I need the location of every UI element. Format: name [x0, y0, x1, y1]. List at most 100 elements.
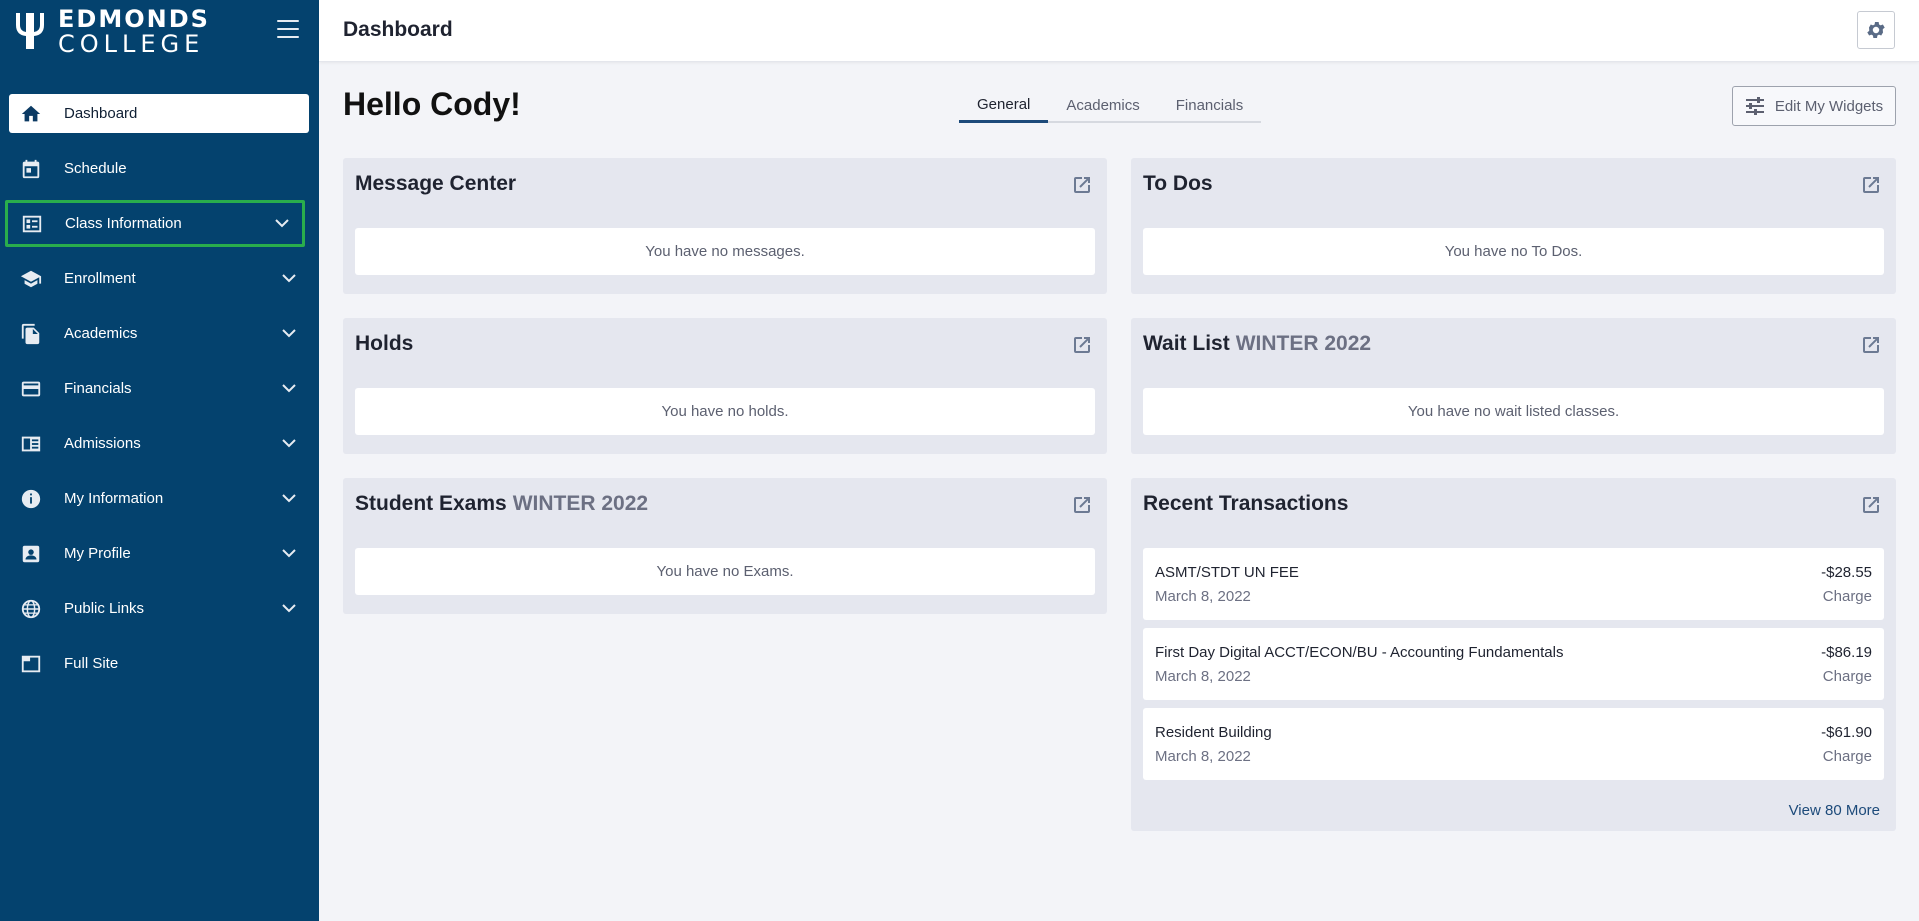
transaction-type: Charge — [1822, 668, 1872, 685]
sidebar-item-label: Enrollment — [64, 270, 136, 287]
transaction-type: Charge — [1822, 588, 1872, 605]
transaction-row[interactable]: ASMT/STDT UN FEE March 8, 2022 -$28.55 C… — [1143, 548, 1884, 620]
profile-icon — [20, 543, 42, 565]
open-external-icon[interactable] — [1862, 336, 1880, 354]
sidebar-item-academics[interactable]: Academics — [0, 306, 319, 361]
message-center-widget: Message Center You have no messages. — [343, 158, 1107, 294]
open-external-icon[interactable] — [1073, 336, 1091, 354]
edit-widgets-button[interactable]: Edit My Widgets — [1732, 86, 1896, 126]
open-external-icon[interactable] — [1862, 496, 1880, 514]
brand-name-line2: COLLEGE — [58, 29, 205, 58]
top-bar: Dashboard — [319, 0, 1919, 62]
globe-icon — [20, 598, 42, 620]
sidebar-item-admissions[interactable]: Admissions — [0, 416, 319, 471]
tab-academics[interactable]: Academics — [1048, 88, 1157, 123]
sidebar-item-enrollment[interactable]: Enrollment — [0, 251, 319, 306]
page-title: Dashboard — [343, 18, 453, 41]
widget-title: Wait List WINTER 2022 — [1143, 332, 1371, 356]
sidebar-item-label: Dashboard — [64, 105, 138, 122]
widget-title: Holds — [355, 332, 414, 355]
brand: EDMONDS COLLEGE — [0, 0, 319, 62]
sidebar-item-label: Public Links — [64, 600, 145, 617]
transaction-row[interactable]: Resident Building March 8, 2022 -$61.90 … — [1143, 708, 1884, 780]
chevron-down-icon[interactable] — [279, 599, 299, 619]
transaction-amount: -$86.19 — [1821, 644, 1872, 661]
brand-name-line1: EDMONDS — [58, 4, 210, 33]
sidebar-item-label: My Information — [64, 490, 164, 507]
widget-title: Message Center — [355, 172, 517, 195]
chevron-down-icon[interactable] — [279, 434, 299, 454]
sidebar-item-financials[interactable]: Financials — [0, 361, 319, 416]
sidebar-item-my-profile[interactable]: My Profile — [0, 526, 319, 581]
greeting: Hello Cody! — [343, 86, 521, 122]
tab-financials[interactable]: Financials — [1158, 88, 1262, 123]
edit-widgets-label: Edit My Widgets — [1774, 97, 1884, 115]
widget-title: Recent Transactions — [1143, 492, 1349, 515]
sidebar-item-public-links[interactable]: Public Links — [0, 581, 319, 636]
widget-title-text: Student Exams — [355, 492, 507, 515]
open-external-icon[interactable] — [1073, 176, 1091, 194]
transaction-description: First Day Digital ACCT/ECON/BU - Account… — [1155, 644, 1564, 661]
transaction-description: Resident Building — [1155, 724, 1272, 741]
calendar-icon — [20, 158, 42, 180]
sidebar: EDMONDS COLLEGE Dashboard Schedule Class… — [0, 0, 319, 921]
chevron-down-icon[interactable] — [279, 489, 299, 509]
sidebar-item-label: My Profile — [64, 545, 131, 562]
view-more-link[interactable]: View 80 More — [1789, 802, 1880, 819]
chevron-down-icon[interactable] — [279, 269, 299, 289]
sidebar-nav: Dashboard Schedule Class Information Enr… — [0, 62, 319, 691]
term-label: WINTER 2022 — [1235, 332, 1372, 355]
sidebar-item-schedule[interactable]: Schedule — [0, 141, 319, 196]
sliders-icon — [1745, 97, 1764, 115]
sidebar-item-label: Financials — [64, 380, 132, 397]
chevron-down-icon[interactable] — [279, 379, 299, 399]
holds-widget: Holds You have no holds. — [343, 318, 1107, 454]
home-icon — [20, 103, 42, 125]
chevron-down-icon[interactable] — [272, 214, 292, 234]
transaction-date: March 8, 2022 — [1155, 588, 1251, 605]
trident-icon — [16, 13, 44, 49]
sidebar-item-label: Academics — [64, 325, 138, 342]
widget-title-text: Wait List — [1143, 332, 1230, 355]
empty-message: You have no holds. — [355, 388, 1095, 435]
sidebar-item-label: Full Site — [64, 655, 119, 672]
tab-general[interactable]: General — [959, 88, 1049, 123]
settings-button[interactable] — [1857, 11, 1895, 49]
sidebar-item-class-information[interactable]: Class Information — [0, 196, 319, 251]
menu-toggle-icon[interactable] — [277, 20, 299, 38]
chevron-down-icon[interactable] — [279, 544, 299, 564]
sidebar-item-label: Class Information — [65, 215, 182, 232]
todos-widget: To Dos You have no To Dos. — [1131, 158, 1896, 294]
term-label: WINTER 2022 — [512, 492, 649, 515]
credit-card-icon — [20, 378, 42, 400]
graduation-cap-icon — [20, 268, 42, 290]
info-icon — [20, 488, 42, 510]
admissions-icon — [20, 433, 42, 455]
transaction-description: ASMT/STDT UN FEE — [1155, 564, 1299, 581]
empty-message: You have no messages. — [355, 228, 1095, 275]
transaction-row[interactable]: First Day Digital ACCT/ECON/BU - Account… — [1143, 628, 1884, 700]
class-info-icon — [21, 213, 43, 235]
empty-message: You have no Exams. — [355, 548, 1095, 595]
open-external-icon[interactable] — [1862, 176, 1880, 194]
sidebar-item-label: Schedule — [64, 160, 127, 177]
sidebar-item-dashboard[interactable]: Dashboard — [0, 86, 319, 141]
transaction-date: March 8, 2022 — [1155, 668, 1251, 685]
student-exams-widget: Student Exams WINTER 2022 You have no Exa… — [343, 478, 1107, 614]
transaction-amount: -$61.90 — [1821, 724, 1872, 741]
sidebar-item-label: Admissions — [64, 435, 141, 452]
dashboard-tabs: General Academics Financials — [959, 88, 1262, 123]
empty-message: You have no wait listed classes. — [1143, 388, 1884, 435]
gear-icon — [1867, 22, 1885, 38]
widget-title: Student Exams WINTER 2022 — [355, 492, 648, 516]
college-logo[interactable]: EDMONDS COLLEGE — [12, 7, 210, 56]
open-external-icon[interactable] — [1073, 496, 1091, 514]
transaction-amount: -$28.55 — [1821, 564, 1872, 581]
chevron-down-icon[interactable] — [279, 324, 299, 344]
window-icon — [20, 653, 42, 675]
wait-list-widget: Wait List WINTER 2022 You have no wait li… — [1131, 318, 1896, 454]
sidebar-item-my-information[interactable]: My Information — [0, 471, 319, 526]
documents-icon — [20, 323, 42, 345]
sidebar-item-full-site[interactable]: Full Site — [0, 636, 319, 691]
transaction-date: March 8, 2022 — [1155, 748, 1251, 765]
